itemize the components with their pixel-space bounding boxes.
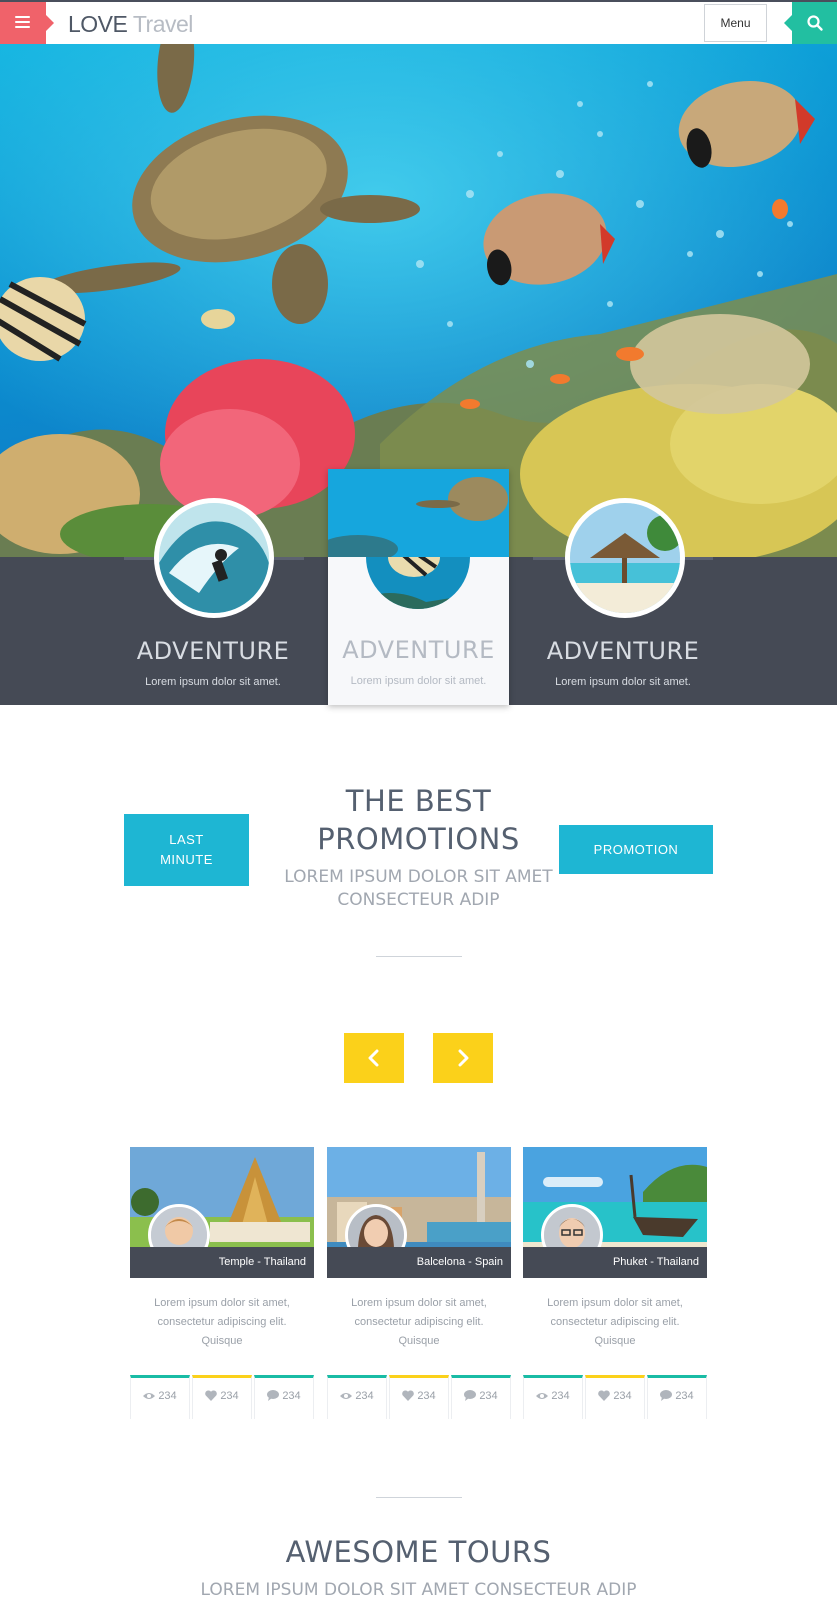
- eye-icon: [143, 1393, 156, 1399]
- phuket-photo: Phuket - Thailand: [523, 1147, 707, 1278]
- category-subtitle: Lorem ipsum dolor sit amet.: [145, 676, 281, 688]
- fish-half-circle: [366, 557, 470, 609]
- likes-stat[interactable]: 234: [585, 1375, 645, 1419]
- comments-stat[interactable]: 234: [451, 1375, 511, 1419]
- views-stat[interactable]: 234: [523, 1375, 583, 1419]
- card-caption: Temple - Thailand: [218, 1256, 306, 1268]
- likes-count: 234: [417, 1390, 436, 1402]
- heart-icon: [205, 1390, 218, 1401]
- promotions-title-line2: PROMOTIONS: [317, 822, 520, 856]
- views-count: 234: [551, 1390, 570, 1402]
- promotions-title: THE BEST PROMOTIONS: [250, 782, 587, 858]
- tours-title: AWESOME TOURS: [285, 1535, 552, 1569]
- temple-photo: Temple - Thailand: [130, 1147, 314, 1278]
- category-subtitle: Lorem ipsum dolor sit amet.: [555, 676, 691, 688]
- site-logo[interactable]: LOVE Travel: [68, 11, 193, 38]
- views-stat[interactable]: 234: [130, 1375, 190, 1419]
- surf-thumbnail[interactable]: [154, 498, 274, 618]
- heart-icon: [402, 1390, 415, 1401]
- last-minute-line2: MINUTE: [160, 852, 213, 867]
- tours-subtitle: LOREM IPSUM DOLOR SIT AMET CONSECTEUR AD…: [200, 1580, 637, 1600]
- destination-card[interactable]: Phuket - Thailand Lorem ipsum dolor sit …: [523, 1147, 707, 1419]
- last-minute-line1: LAST: [169, 832, 204, 847]
- site-header: LOVE Travel Menu: [0, 2, 837, 44]
- chevron-right-icon: [458, 1049, 469, 1067]
- likes-stat[interactable]: 234: [389, 1375, 449, 1419]
- likes-count: 234: [613, 1390, 632, 1402]
- section-divider: [376, 1497, 462, 1498]
- comments-count: 234: [282, 1390, 301, 1402]
- next-button[interactable]: [433, 1033, 493, 1083]
- card-caption-bar: Phuket - Thailand: [523, 1247, 707, 1278]
- category-subtitle: Lorem ipsum dolor sit amet.: [350, 675, 487, 687]
- card-caption-bar: Temple - Thailand: [130, 1247, 314, 1278]
- menu-button[interactable]: Menu: [704, 4, 767, 42]
- chevron-left-icon: [368, 1049, 379, 1067]
- category-adventure-3[interactable]: ADVENTURE Lorem ipsum dolor sit amet.: [528, 637, 718, 688]
- category-title: ADVENTURE: [546, 637, 700, 665]
- hamburger-menu-button[interactable]: [0, 2, 54, 44]
- promotions-subtitle-line2: CONSECTEUR ADIP: [337, 890, 500, 910]
- eye-icon: [536, 1393, 549, 1399]
- views-stat[interactable]: 234: [327, 1375, 387, 1419]
- eye-icon: [340, 1393, 353, 1399]
- beach-thumbnail[interactable]: [565, 498, 685, 618]
- likes-count: 234: [220, 1390, 239, 1402]
- heart-icon: [598, 1390, 611, 1401]
- turtle-thumbnail: [328, 469, 509, 557]
- comment-icon: [464, 1390, 477, 1401]
- last-minute-button[interactable]: LAST MINUTE: [124, 814, 249, 886]
- views-count: 234: [355, 1390, 374, 1402]
- comments-count: 234: [675, 1390, 694, 1402]
- card-caption-bar: Balcelona - Spain: [327, 1247, 511, 1278]
- destination-card[interactable]: Balcelona - Spain Lorem ipsum dolor sit …: [327, 1147, 511, 1419]
- promotions-subtitle-line1: LOREM IPSUM DOLOR SIT AMET: [284, 867, 553, 887]
- comments-count: 234: [479, 1390, 498, 1402]
- category-adventure-2-active[interactable]: ADVENTURE Lorem ipsum dolor sit amet.: [328, 469, 509, 705]
- search-button[interactable]: [784, 2, 837, 44]
- category-title: ADVENTURE: [342, 636, 495, 664]
- comments-stat[interactable]: 234: [647, 1375, 707, 1419]
- card-description: Lorem ipsum dolor sit amet, consectetur …: [351, 1297, 487, 1347]
- category-title: ADVENTURE: [136, 637, 290, 665]
- views-count: 234: [158, 1390, 177, 1402]
- card-caption: Balcelona - Spain: [416, 1256, 503, 1268]
- card-caption: Phuket - Thailand: [612, 1256, 699, 1268]
- category-adventure-1[interactable]: ADVENTURE Lorem ipsum dolor sit amet.: [118, 637, 308, 688]
- comments-stat[interactable]: 234: [254, 1375, 314, 1419]
- category-text-active: ADVENTURE Lorem ipsum dolor sit amet.: [328, 636, 509, 687]
- destination-card[interactable]: Temple - Thailand Lorem ipsum dolor sit …: [130, 1147, 314, 1419]
- section-divider: [376, 956, 462, 957]
- promotions-title-line1: THE BEST: [345, 784, 492, 818]
- card-stats: 234 234 234: [523, 1375, 707, 1419]
- barcelona-photo: Balcelona - Spain: [327, 1147, 511, 1278]
- card-description: Lorem ipsum dolor sit amet, consectetur …: [154, 1297, 290, 1347]
- comment-icon: [660, 1390, 673, 1401]
- likes-stat[interactable]: 234: [192, 1375, 252, 1419]
- hamburger-icon: [15, 16, 30, 29]
- promotions-subtitle: LOREM IPSUM DOLOR SIT AMET CONSECTEUR AD…: [250, 866, 587, 912]
- comment-icon: [267, 1390, 280, 1401]
- card-stats: 234 234 234: [130, 1375, 314, 1419]
- logo-love: LOVE: [68, 11, 128, 37]
- promotion-button[interactable]: PROMOTION: [559, 825, 713, 874]
- card-stats: 234 234 234: [327, 1375, 511, 1419]
- card-description: Lorem ipsum dolor sit amet, consectetur …: [547, 1297, 683, 1347]
- logo-travel: Travel: [132, 11, 194, 37]
- prev-button[interactable]: [344, 1033, 404, 1083]
- search-icon: [807, 15, 823, 31]
